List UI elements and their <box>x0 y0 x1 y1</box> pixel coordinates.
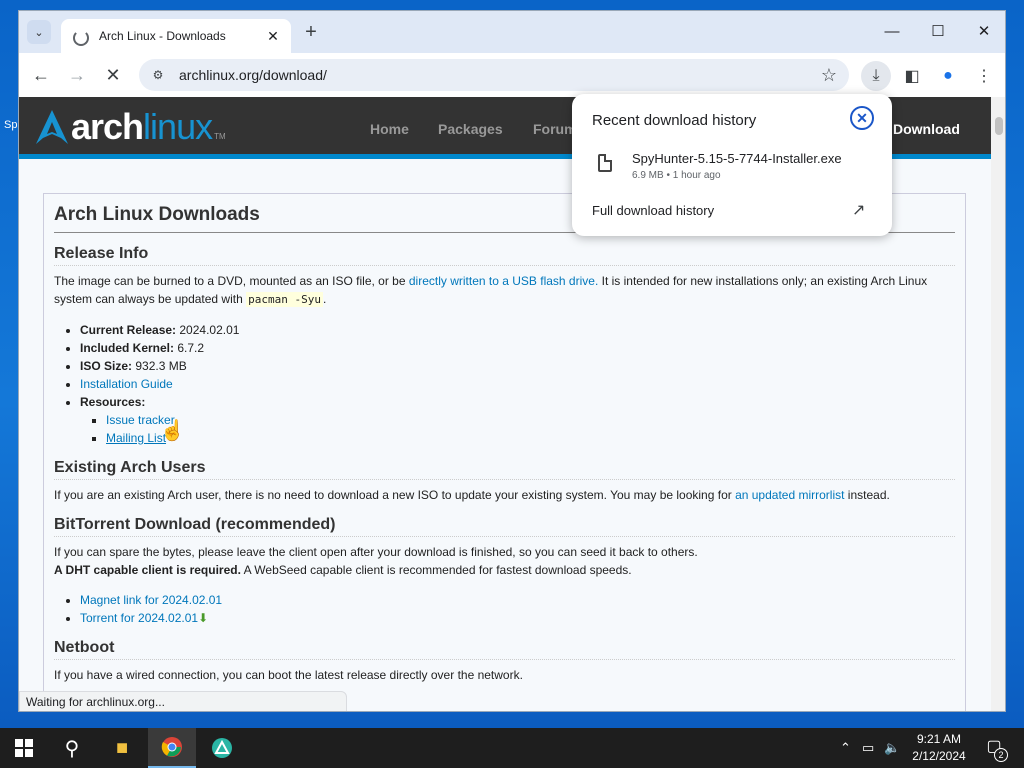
usb-flash-link[interactable]: directly written to a USB flash drive. <box>409 274 598 288</box>
maximize-button[interactable]: ☐ <box>915 17 961 45</box>
status-bar: Waiting for archlinux.org... <box>19 691 347 711</box>
list-item: Resources: Issue tracker Mailing List <box>80 393 955 447</box>
torrent-links-list: Magnet link for 2024.02.01 Torrent for 2… <box>80 591 955 627</box>
popup-close-icon[interactable]: ✕ <box>850 106 874 130</box>
search-icon: ⚲ <box>64 737 80 760</box>
list-item: Installation Guide <box>80 375 955 393</box>
clock-time: 9:21 AM <box>916 732 962 746</box>
bookmark-star-icon[interactable]: ☆ <box>815 65 843 86</box>
volume-muted-icon[interactable]: 🔈 <box>884 728 900 768</box>
windows-logo-icon <box>15 739 33 757</box>
tab-strip: ⌄ Arch Linux - Downloads ✕ + — ☐ ✕ <box>19 11 1005 53</box>
nav-forum[interactable]: Forum <box>533 121 577 137</box>
list-item: Magnet link for 2024.02.01 <box>80 591 955 609</box>
bittorrent-text: If you can spare the bytes, please leave… <box>54 545 698 577</box>
download-history-popup: Recent download history ✕ SpyHunter-5.15… <box>572 94 892 236</box>
taskbar: ⚲ ■ ⌃ ▭ 🔈 9:21 AM 2/12/2024 ▢ 2 <box>0 728 1024 768</box>
installation-guide-link[interactable]: Installation Guide <box>80 377 173 391</box>
tray-overflow-icon[interactable]: ⌃ <box>840 728 851 768</box>
file-icon <box>598 154 612 172</box>
hand-cursor-icon: ☝ <box>160 420 185 442</box>
resources-list: Issue tracker Mailing List <box>106 411 955 447</box>
open-in-new-icon[interactable]: ↗ <box>852 200 865 220</box>
site-info-icon[interactable]: ⚙ <box>147 64 169 86</box>
tab-title: Arch Linux - Downloads <box>99 29 226 43</box>
mirrorlist-link[interactable]: an updated mirrorlist <box>735 488 844 502</box>
downloads-button[interactable]: ⤓ <box>861 61 891 91</box>
arch-logo[interactable]: archlinux TM <box>33 105 226 149</box>
close-window-button[interactable]: ✕ <box>961 17 1005 45</box>
download-file-meta: 6.9 MB • 1 hour ago <box>632 170 721 181</box>
existing-users-heading: Existing Arch Users <box>54 459 955 480</box>
netboot-text: If you have a wired connection, you can … <box>54 668 523 682</box>
desktop-icon-label[interactable]: Sp <box>4 118 18 174</box>
chevron-down-icon: ⌄ <box>34 26 44 39</box>
list-item: Torrent for 2024.02.01⬇ <box>80 609 955 627</box>
file-explorer-button[interactable]: ■ <box>98 728 146 768</box>
pacman-code: pacman -Syu <box>246 292 323 307</box>
list-item: Current Release: 2024.02.01 <box>80 321 955 339</box>
start-button[interactable] <box>0 728 48 768</box>
magnet-link[interactable]: Magnet link for 2024.02.01 <box>80 593 222 607</box>
mailing-list-link[interactable]: Mailing List <box>106 431 166 445</box>
nav-home[interactable]: Home <box>370 121 409 137</box>
tab-arch-downloads[interactable]: Arch Linux - Downloads ✕ <box>61 19 291 53</box>
netboot-heading: Netboot <box>54 639 955 660</box>
tab-search-button[interactable]: ⌄ <box>27 20 51 44</box>
app-button[interactable] <box>198 728 246 768</box>
app-icon <box>212 738 232 758</box>
folder-icon: ■ <box>115 736 129 759</box>
scrollbar[interactable] <box>991 97 1005 711</box>
avatar-icon: ● <box>943 67 953 84</box>
full-download-history-link[interactable]: Full download history <box>592 203 714 218</box>
search-button[interactable]: ⚲ <box>48 728 96 768</box>
forward-button[interactable]: → <box>63 61 91 89</box>
arch-logo-text: archlinux <box>71 106 213 147</box>
browser-toolbar: ← → ✕ ⚙ archlinux.org/download/ ☆ ⤓ ◧ ● … <box>19 53 1005 97</box>
list-item: ISO Size: 932.3 MB <box>80 357 955 375</box>
side-panel-icon: ◧ <box>904 68 920 85</box>
more-vert-icon: ⋮ <box>976 68 992 85</box>
bittorrent-heading: BitTorrent Download (recommended) <box>54 516 955 537</box>
list-item: Included Kernel: 6.7.2 <box>80 339 955 357</box>
nav-download[interactable]: Download <box>893 121 960 137</box>
scrollbar-thumb[interactable] <box>995 117 1003 135</box>
popup-title: Recent download history <box>592 112 757 129</box>
download-icon: ⤓ <box>872 67 880 84</box>
release-info-text: The image can be burned to a DVD, mounte… <box>54 274 928 307</box>
notification-badge: 2 <box>994 748 1008 762</box>
existing-users-text: If you are an existing Arch user, there … <box>54 488 890 502</box>
address-bar[interactable]: ⚙ archlinux.org/download/ ☆ <box>139 59 849 91</box>
close-icon: ✕ <box>105 64 121 85</box>
clock-date: 2/12/2024 <box>912 749 966 763</box>
loading-spinner-icon <box>71 28 89 46</box>
download-file-name[interactable]: SpyHunter-5.15-5-7744-Installer.exe <box>632 151 842 166</box>
list-item: Issue tracker <box>106 411 955 429</box>
tab-close-icon[interactable]: ✕ <box>265 28 281 45</box>
stop-button[interactable]: ✕ <box>99 61 127 89</box>
minimize-button[interactable]: — <box>869 17 915 45</box>
url-text[interactable]: archlinux.org/download/ <box>179 67 815 83</box>
arrow-left-icon: ← <box>32 64 50 85</box>
new-tab-button[interactable]: + <box>299 21 323 45</box>
release-details-list: Current Release: 2024.02.01 Included Ker… <box>80 321 955 447</box>
side-panel-button[interactable]: ◧ <box>897 61 927 91</box>
nav-packages[interactable]: Packages <box>438 121 503 137</box>
profile-button[interactable]: ● <box>933 61 963 91</box>
release-info-heading: Release Info <box>54 245 955 266</box>
back-button[interactable]: ← <box>27 61 55 89</box>
network-icon[interactable]: ▭ <box>862 728 874 768</box>
chrome-icon <box>161 737 182 757</box>
torrent-link[interactable]: Torrent for 2024.02.01 <box>80 611 198 625</box>
menu-button[interactable]: ⋮ <box>969 61 999 91</box>
download-arrow-icon: ⬇ <box>198 611 209 625</box>
chrome-button[interactable] <box>148 728 196 768</box>
arch-logo-icon <box>36 110 68 144</box>
system-clock[interactable]: 9:21 AM 2/12/2024 <box>904 731 974 765</box>
trademark-mark: TM <box>214 131 226 141</box>
download-content: Arch Linux Downloads Release Info The im… <box>43 193 966 711</box>
arrow-right-icon: → <box>68 64 86 85</box>
list-item: Mailing List <box>106 429 955 447</box>
